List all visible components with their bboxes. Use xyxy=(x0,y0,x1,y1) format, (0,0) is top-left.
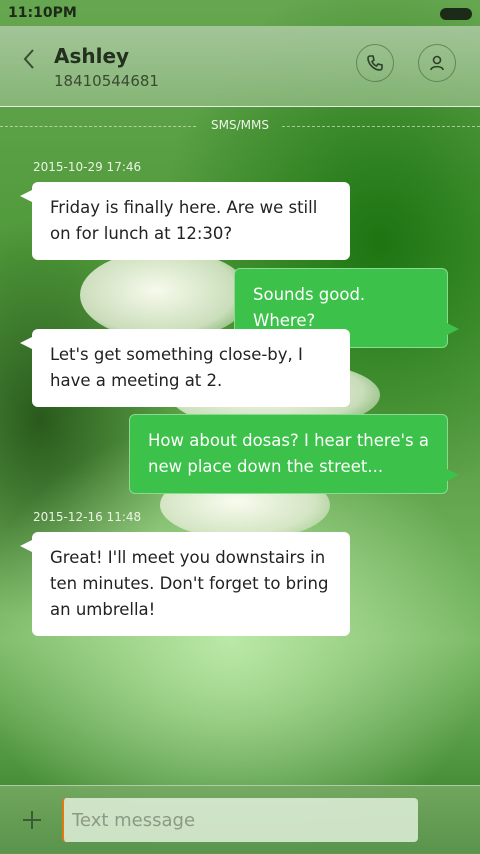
conversation-header: Ashley 18410544681 xyxy=(0,26,480,107)
chevron-left-icon xyxy=(23,49,34,69)
message-timestamp: 2015-12-16 11:48 xyxy=(33,510,142,524)
incoming-message-bubble[interactable]: Let's get something close-by, I have a m… xyxy=(20,329,350,407)
message-text: Great! I'll meet you downstairs in ten m… xyxy=(50,548,329,619)
back-button[interactable] xyxy=(18,46,40,72)
incoming-message-bubble[interactable]: Great! I'll meet you downstairs in ten m… xyxy=(20,532,350,636)
channel-label: SMS/MMS xyxy=(211,118,269,132)
contact-profile-button[interactable] xyxy=(418,44,456,82)
call-button[interactable] xyxy=(356,44,394,82)
channel-divider: SMS/MMS xyxy=(0,118,480,132)
message-text: Friday is finally here. Are we still on … xyxy=(50,198,318,243)
contact-name: Ashley xyxy=(54,44,130,68)
message-composer xyxy=(0,785,480,854)
contact-number: 18410544681 xyxy=(54,72,159,90)
status-time: 11:10PM xyxy=(8,5,77,21)
message-text: How about dosas? I hear there's a new pl… xyxy=(148,431,429,476)
phone-icon xyxy=(367,55,383,71)
person-icon xyxy=(430,55,444,71)
add-attachment-button[interactable] xyxy=(18,806,46,834)
message-text: Let's get something close-by, I have a m… xyxy=(50,345,303,390)
message-timestamp: 2015-10-29 17:46 xyxy=(33,160,142,174)
incoming-message-bubble[interactable]: Friday is finally here. Are we still on … xyxy=(20,182,350,260)
outgoing-message-bubble[interactable]: How about dosas? I hear there's a new pl… xyxy=(129,414,459,494)
message-text: Sounds good. Where? xyxy=(253,285,366,330)
message-input[interactable] xyxy=(62,798,418,842)
divider-line xyxy=(282,126,480,127)
plus-icon xyxy=(23,811,41,829)
battery-icon xyxy=(440,8,472,20)
status-bar: 11:10PM xyxy=(0,0,480,26)
divider-line xyxy=(0,126,196,127)
background-flower xyxy=(80,250,250,340)
